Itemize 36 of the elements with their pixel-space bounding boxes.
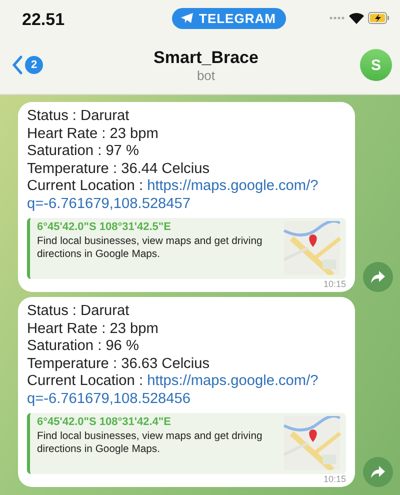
wifi-icon xyxy=(349,12,364,24)
location-link[interactable]: q=-6.761679,108.528456 xyxy=(27,390,191,406)
link-preview[interactable]: 6°45'42.0"S 108°31'42.5"E Find local businesses, view maps and get driving directions in Google Maps. xyxy=(27,218,346,279)
link-preview[interactable]: 6°45'42.0"S 108°31'42.4"E Find local businesses, view maps and get driving directions in Google Maps. xyxy=(27,413,346,474)
location-label: Current Location : https://maps.google.com/? xyxy=(27,178,320,196)
message-line: Status : Darurat xyxy=(27,108,130,126)
back-icon[interactable] xyxy=(12,55,23,75)
location-link[interactable]: https://maps.google.com/? xyxy=(147,178,318,194)
location-link[interactable]: https://maps.google.com/? xyxy=(147,373,318,389)
message-line: Heart Rate : 23 bpm xyxy=(27,126,160,143)
preview-description: Find local businesses, view maps and get driving directions in Google Maps. xyxy=(37,235,264,261)
message-line: Saturation : 97 % xyxy=(27,143,140,160)
message-time: 10:15 xyxy=(322,474,346,485)
message-line: Temperature : 36.63 Celcius xyxy=(27,356,211,373)
unread-badge: 2 xyxy=(25,56,43,74)
share-button[interactable] xyxy=(363,262,393,292)
share-icon xyxy=(371,466,385,478)
chat-title: Smart_Brace xyxy=(154,48,258,68)
preview-title: 6°45'42.0"S 108°31'42.4"E xyxy=(37,416,172,428)
message-line: Saturation : 96 % xyxy=(27,338,140,356)
location-label: Current Location : https://maps.google.com/? xyxy=(27,373,320,390)
message-time: 10:15 xyxy=(322,279,346,290)
message-line: Heart Rate : 23 bpm xyxy=(27,320,160,338)
preview-title: 6°45'42.0"S 108°31'42.5"E xyxy=(37,221,172,233)
signal-icon xyxy=(329,16,345,20)
paper-plane-icon xyxy=(180,12,194,24)
share-icon xyxy=(371,271,385,283)
preview-description: Find local businesses, view maps and get driving directions in Google Maps. xyxy=(37,430,264,456)
battery-icon xyxy=(368,12,390,24)
share-button[interactable] xyxy=(363,457,393,487)
location-link[interactable]: q=-6.761679,108.528457 xyxy=(27,196,191,212)
message-line: Temperature : 36.44 Celcius xyxy=(27,160,211,178)
status-time: 22.51 xyxy=(22,9,66,30)
chat-subtitle: bot xyxy=(196,68,216,82)
telegram-pill[interactable]: TELEGRAM xyxy=(172,8,286,28)
message-line: Status : Darurat xyxy=(27,303,130,320)
